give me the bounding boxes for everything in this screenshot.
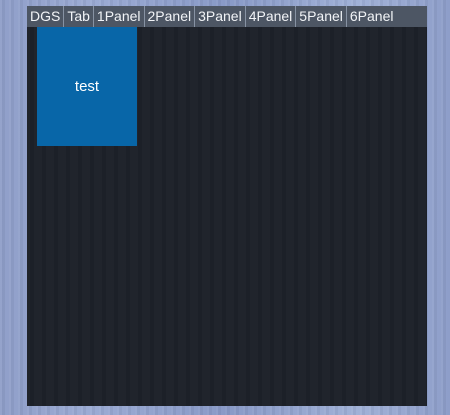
- tab-6panel[interactable]: 6Panel: [347, 6, 397, 27]
- tab-4panel[interactable]: 4Panel: [246, 6, 297, 27]
- tab-bar: DGS Tab 1Panel 2Panel 3Panel 4Panel 5Pan…: [27, 6, 427, 27]
- tab-3panel[interactable]: 3Panel: [195, 6, 246, 27]
- tab-dgs[interactable]: DGS: [27, 6, 65, 27]
- tab-1panel[interactable]: 1Panel: [94, 6, 145, 27]
- app-window: DGS Tab 1Panel 2Panel 3Panel 4Panel 5Pan…: [27, 6, 427, 406]
- tab-2panel[interactable]: 2Panel: [145, 6, 196, 27]
- tab-5panel[interactable]: 5Panel: [296, 6, 347, 27]
- tab-tab[interactable]: Tab: [64, 6, 94, 27]
- test-tile[interactable]: test: [37, 27, 137, 146]
- test-tile-label: test: [74, 77, 100, 95]
